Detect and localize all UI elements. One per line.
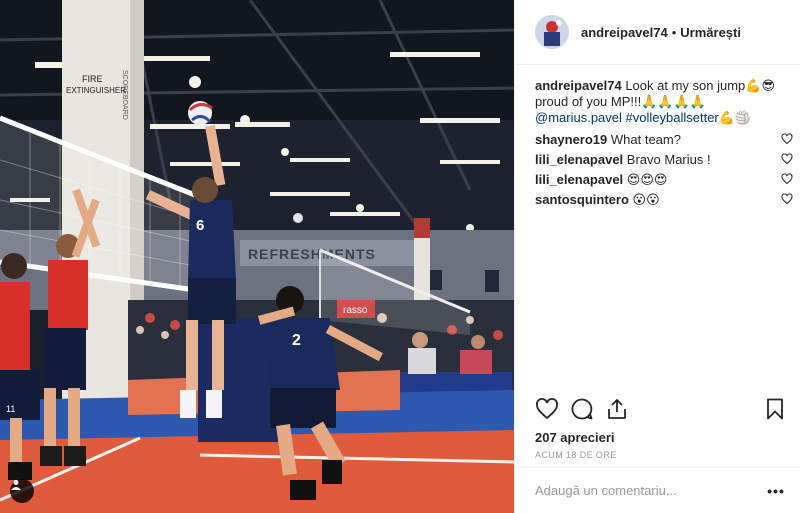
comment-text: What team? (610, 132, 681, 147)
avatar[interactable] (535, 15, 569, 49)
comment-text: 😍😍😍 (626, 172, 668, 187)
caption-emoji-1: 💪😎 (745, 78, 776, 93)
caption-hashtag[interactable]: #volleyballsetter (626, 110, 719, 125)
follow-status-button[interactable]: Urmărești (680, 25, 741, 40)
comment-username[interactable]: santosquintero (535, 192, 629, 207)
post-caption: andreipavel74 Look at my son jump💪😎 prou… (535, 78, 793, 126)
refreshments-banner-text: REFRESHMENTS (248, 246, 376, 262)
comment-input[interactable]: Adaugă un comentariu... (535, 483, 761, 498)
comment-username[interactable]: lili_elenapavel (535, 172, 623, 187)
comment-row: shaynero19 What team? (535, 132, 793, 152)
comment-text: Bravo Marius ! (626, 152, 711, 167)
caption-username[interactable]: andreipavel74 (535, 78, 622, 93)
pillar-sign-text: SCOREBOARD (121, 70, 128, 120)
comment-row: lili_elenapavel Bravo Marius ! (535, 152, 793, 172)
comment-text: 😮😮 (632, 192, 660, 207)
header-separator: • (671, 24, 677, 40)
post-sidebar: andreipavel74 • Urmărești andreipavel74 … (514, 0, 800, 513)
action-bar (535, 395, 800, 425)
bookmark-icon[interactable] (763, 397, 787, 421)
caption-mention[interactable]: @marius.pavel (535, 110, 622, 125)
comment-icon[interactable] (570, 397, 594, 421)
heart-icon[interactable] (781, 133, 793, 145)
author-username[interactable]: andreipavel74 (581, 25, 668, 40)
tag-user-icon[interactable] (10, 479, 34, 503)
likes-count[interactable]: 207 aprecieri (535, 430, 615, 445)
volleyball-scene: REFRESHMENTS FIRE EXTINGUISHER SCOREBOAR… (0, 0, 514, 513)
heart-icon[interactable] (781, 193, 793, 205)
add-comment-bar: Adaugă un comentariu... ••• (515, 467, 800, 513)
comment-username[interactable]: lili_elenapavel (535, 152, 623, 167)
front-player-number: 2 (292, 332, 301, 349)
share-icon[interactable] (605, 397, 629, 421)
post-timestamp[interactable]: ACUM 18 DE ORE (535, 450, 617, 460)
caption-text-2: proud of you MP!!! (535, 94, 642, 109)
caption-emoji-2: 🙏🙏🙏🙏 (641, 94, 706, 109)
more-options-button[interactable]: ••• (761, 483, 791, 499)
comment-username[interactable]: shaynero19 (535, 132, 607, 147)
heart-icon[interactable] (781, 173, 793, 185)
heart-icon[interactable] (535, 397, 559, 421)
caption-emoji-3: 💪🏐 (718, 110, 752, 125)
post-header: andreipavel74 • Urmărești (515, 0, 800, 65)
left-player-number: 11 (6, 404, 15, 414)
comment-row: santosquintero 😮😮 (535, 192, 793, 212)
fire-sign-text-1: FIRE (82, 74, 103, 84)
caption-text: Look at my son jump (621, 78, 746, 93)
post-photo[interactable]: REFRESHMENTS FIRE EXTINGUISHER SCOREBOAR… (0, 0, 514, 513)
fire-sign-text-2: EXTINGUISHER (66, 86, 126, 95)
heart-icon[interactable] (781, 153, 793, 165)
jumper-number: 6 (196, 217, 204, 234)
instagram-post: REFRESHMENTS FIRE EXTINGUISHER SCOREBOAR… (0, 0, 800, 513)
comment-row: lili_elenapavel 😍😍😍 (535, 172, 793, 192)
comments-list: andreipavel74 Look at my son jump💪😎 prou… (535, 78, 793, 212)
